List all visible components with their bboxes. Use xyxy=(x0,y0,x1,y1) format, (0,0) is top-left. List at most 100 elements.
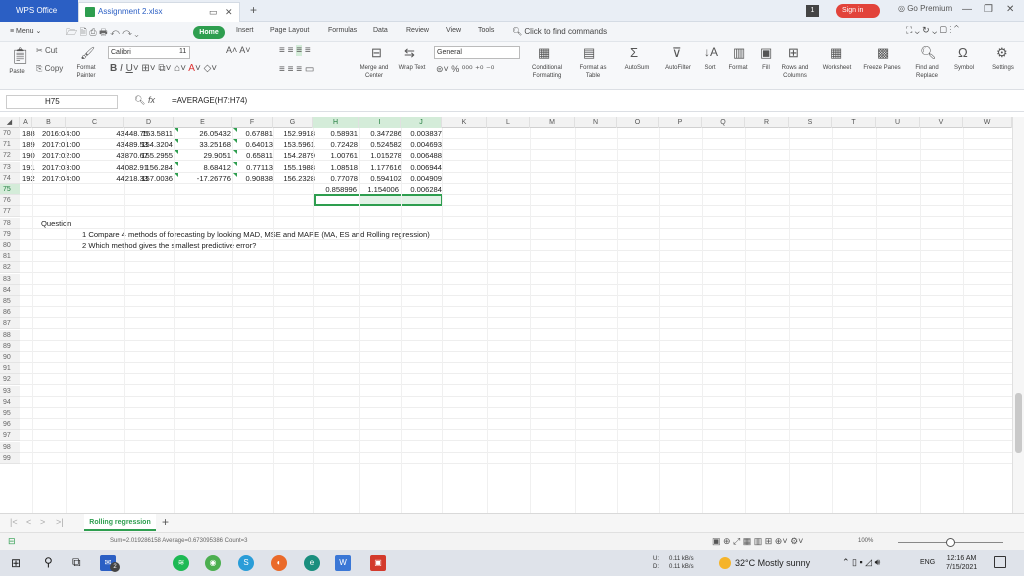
windows-start-icon[interactable]: ⊞ xyxy=(11,556,21,570)
tab-insert[interactable]: Insert xyxy=(236,27,254,34)
settings-label[interactable]: Settings xyxy=(986,64,1020,72)
row-header[interactable]: 98 xyxy=(0,441,20,453)
row-header[interactable]: 81 xyxy=(0,251,20,263)
cell-f[interactable]: 8.68412 xyxy=(186,162,231,173)
worksheet-label[interactable]: Worksheet xyxy=(816,64,858,72)
row-header[interactable]: 77 xyxy=(0,206,20,218)
row-header[interactable]: 70 xyxy=(0,128,20,139)
row-header[interactable]: 78 xyxy=(0,217,20,229)
cell-i[interactable]: 0.58931 xyxy=(320,128,358,139)
format-icon[interactable]: ▥ xyxy=(733,45,745,61)
column-header-c[interactable]: C xyxy=(66,117,124,128)
cell-h[interactable]: 155.1988 xyxy=(271,162,315,173)
row-header[interactable]: 99 xyxy=(0,452,20,464)
row-header[interactable]: 96 xyxy=(0,419,20,431)
tab-formulas[interactable]: Formulas xyxy=(328,27,357,34)
cell-j[interactable]: 1.015278 xyxy=(360,150,402,161)
rows-columns-icon[interactable]: ⊞ xyxy=(788,45,799,61)
autofilter-label[interactable]: AutoFilter xyxy=(657,64,699,72)
weather-widget[interactable]: 32°C Mostly sunny xyxy=(735,558,810,568)
tab-review[interactable]: Review xyxy=(406,27,429,34)
format-painter-icon[interactable]: 🖌︎ xyxy=(80,46,95,60)
sign-in-button[interactable]: Sign in xyxy=(836,4,880,18)
autosum-icon[interactable]: Σ xyxy=(630,45,638,60)
find-replace-label[interactable]: Find and Replace xyxy=(910,64,944,80)
cell-f[interactable]: 26.05432 xyxy=(186,128,231,139)
row-header[interactable]: 90 xyxy=(0,352,20,363)
conditional-formatting-icon[interactable]: ▦ xyxy=(538,45,550,61)
clock[interactable]: 12:16 AM 7/15/2021 xyxy=(946,554,977,572)
cell-k[interactable]: 0.003837 xyxy=(402,128,442,139)
paste-icon[interactable]: 📋︎ xyxy=(10,46,30,66)
fill-icon[interactable]: ▣ xyxy=(760,45,772,61)
autosum-label[interactable]: AutoSum xyxy=(619,64,655,72)
column-header-t[interactable]: T xyxy=(832,117,876,128)
row-header[interactable]: 74 xyxy=(0,172,20,184)
cell-f[interactable]: -17.26776 xyxy=(186,173,231,184)
merge-icon[interactable]: ⊟ xyxy=(371,45,382,61)
cell-k[interactable]: 0.004693 xyxy=(402,139,442,150)
cell-j[interactable]: 0.347286 xyxy=(360,128,402,139)
cell-i[interactable]: 0.77078 xyxy=(320,173,358,184)
zoom-level[interactable]: 100% xyxy=(858,538,873,544)
number-format-select[interactable]: General xyxy=(434,46,520,59)
cell-f[interactable]: 33.25168 xyxy=(186,139,231,150)
merge-label[interactable]: Merge and Center xyxy=(352,64,396,80)
wps-writer-icon[interactable]: W xyxy=(335,555,351,571)
freeze-panes-label[interactable]: Freeze Panes xyxy=(860,64,904,72)
status-doc-icon[interactable]: ⊟ xyxy=(8,536,16,547)
next-sheet-icon[interactable]: > xyxy=(40,517,45,527)
cell-b[interactable]: 189 xyxy=(22,139,44,150)
tab-screen-icon[interactable]: ▭ xyxy=(209,3,218,21)
row-header[interactable]: 92 xyxy=(0,374,20,386)
column-header-p[interactable]: P xyxy=(659,117,702,128)
column-header-f[interactable]: F xyxy=(232,117,273,128)
row-header[interactable]: 91 xyxy=(0,363,20,375)
wps-office-icon[interactable]: ▣ xyxy=(370,555,386,571)
zoom-slider-knob[interactable] xyxy=(946,538,955,547)
column-header-n[interactable]: N xyxy=(575,117,617,128)
align-bottom-icons[interactable]: ≡ ≡ ≡ ▭ xyxy=(279,64,314,75)
column-header-r[interactable]: R xyxy=(745,117,789,128)
cell-j[interactable]: 0.594102 xyxy=(360,173,402,184)
skype-icon[interactable]: S xyxy=(238,555,254,571)
format-as-table-label[interactable]: Format as Table xyxy=(576,64,610,80)
spreadsheet-grid[interactable]: ◢ ABCDEFGHIJKLMNOPQRSTUVW 70 188 2016:04:0… xyxy=(0,117,1012,513)
font-style-icons[interactable]: B I U˅ ⊞˅ ⧉˅ ⌂˅ A˅ ◇˅ xyxy=(110,63,217,74)
row-header[interactable]: 84 xyxy=(0,284,20,296)
wrap-text-label[interactable]: Wrap Text xyxy=(398,64,426,72)
column-header-k[interactable]: K xyxy=(442,117,487,128)
cell-i[interactable]: 1.00761 xyxy=(320,150,358,161)
edge-icon[interactable]: e xyxy=(304,555,320,571)
close-tab-icon[interactable]: ✕ xyxy=(225,3,233,21)
conditional-formatting-label[interactable]: Conditional Formatting xyxy=(524,64,570,80)
cell-g[interactable]: 0.65811 xyxy=(234,150,273,161)
row-header[interactable]: 87 xyxy=(0,318,20,330)
fx-icons[interactable]: 🔍︎ fx xyxy=(134,95,155,106)
column-header-i[interactable]: I xyxy=(359,117,401,128)
row-header[interactable]: 73 xyxy=(0,161,20,173)
restore-icon[interactable]: ❐ xyxy=(984,4,993,15)
row-header[interactable]: 94 xyxy=(0,396,20,408)
column-header-q[interactable]: Q xyxy=(702,117,745,128)
worksheet-icon[interactable]: ▦ xyxy=(830,45,842,61)
cell-b[interactable]: 188 xyxy=(22,128,44,139)
row-header[interactable]: 88 xyxy=(0,329,20,341)
cell-k[interactable]: 0.006488 xyxy=(402,150,442,161)
column-header-m[interactable]: M xyxy=(530,117,575,128)
chrome-icon[interactable]: ◉ xyxy=(205,555,221,571)
minimize-icon[interactable]: — xyxy=(962,4,972,15)
tab-page-layout[interactable]: Page Layout xyxy=(270,27,309,34)
cell-j[interactable]: 1.177616 xyxy=(360,162,402,173)
cell-h[interactable]: 152.9918 xyxy=(271,128,315,139)
firefox-icon[interactable]: ◐ xyxy=(271,555,287,571)
column-header-s[interactable]: S xyxy=(789,117,832,128)
first-sheet-icon[interactable]: |< xyxy=(10,517,18,527)
question-line-1[interactable]: 1 Compare 4 methods of forecasting by lo… xyxy=(82,229,512,240)
row-header[interactable]: 71 xyxy=(0,139,20,151)
row-header[interactable]: 95 xyxy=(0,408,20,419)
sheet-tab-rolling-regression[interactable]: Rolling regression xyxy=(84,514,156,531)
autofilter-icon[interactable]: ⊽ xyxy=(672,45,682,61)
notification-badge[interactable]: 1 xyxy=(806,5,819,17)
column-header-g[interactable]: G xyxy=(273,117,313,128)
